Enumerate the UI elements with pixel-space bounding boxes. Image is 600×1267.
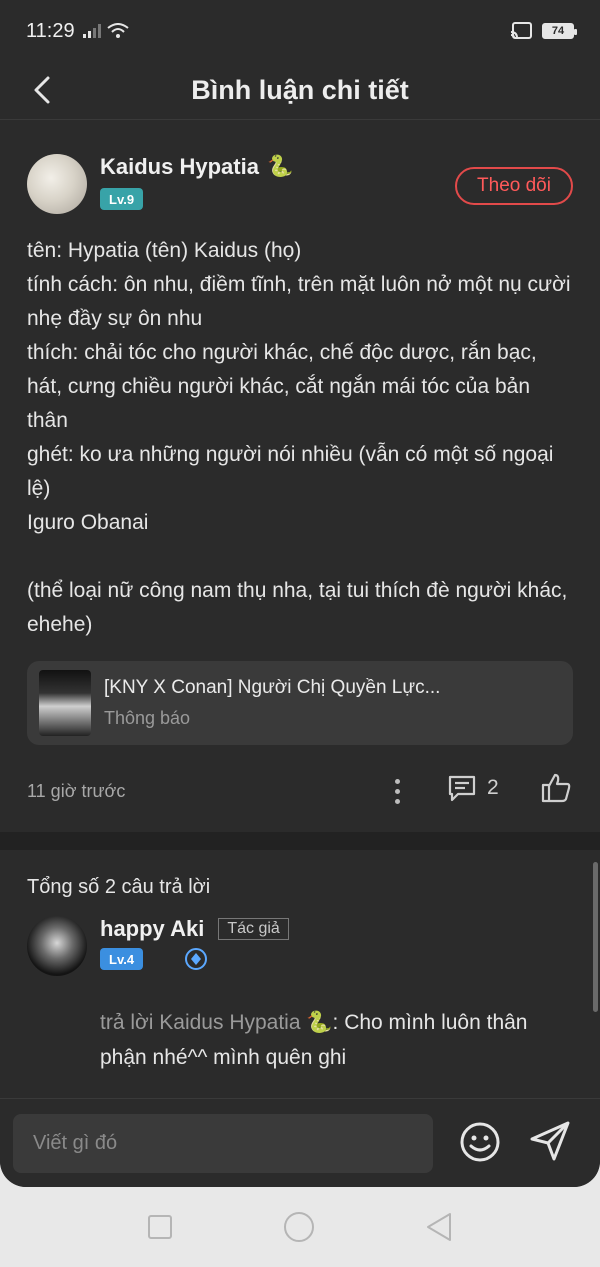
comment-button[interactable]: 2: [447, 773, 499, 803]
send-icon: [530, 1121, 570, 1161]
level-badge: Lv.9: [100, 188, 144, 210]
home-icon[interactable]: [283, 1211, 315, 1243]
emoji-button[interactable]: [458, 1120, 502, 1169]
battery-indicator: 74: [542, 23, 577, 39]
send-button[interactable]: [528, 1119, 572, 1168]
replies-count: Tổng số 2 câu trả lời: [27, 876, 211, 898]
author-tag: Tác giả: [218, 918, 289, 940]
comment-input[interactable]: [13, 1114, 433, 1173]
level-badge: Lv.4: [100, 948, 144, 970]
verified-icon: [185, 948, 207, 970]
avatar[interactable]: [27, 916, 87, 976]
signal-icon: [82, 24, 101, 38]
top-bar: Bình luận chi tiết: [0, 62, 600, 120]
more-icon[interactable]: [385, 773, 409, 809]
status-bar: 11:29 74: [0, 0, 600, 62]
reply-to-label[interactable]: trả lời Kaidus Hypatia: [100, 1011, 301, 1034]
comment-post: Kaidus Hypatia 🐍 Lv.9 Theo dõi tên: Hypa…: [0, 121, 600, 837]
reply-body: trả lời Kaidus Hypatia 🐍: Cho mình luôn …: [27, 1005, 573, 1075]
author-name[interactable]: Kaidus Hypatia: [100, 154, 259, 180]
back-nav-icon[interactable]: [425, 1212, 453, 1242]
status-time: 11:29: [26, 19, 75, 42]
snake-icon: 🐍: [266, 155, 294, 178]
story-subtitle: Thông báo: [104, 708, 191, 728]
comment-body: tên: Hypatia (tên) Kaidus (họ) tính cách…: [27, 239, 571, 636]
back-button[interactable]: [22, 70, 62, 110]
cast-icon: [510, 22, 532, 39]
comment-icon: [448, 775, 476, 802]
page-title: Bình luận chi tiết: [191, 75, 409, 105]
reply-author-row: happy Aki Tác giả Lv.4: [27, 916, 573, 1011]
follow-button[interactable]: Theo dõi: [455, 167, 573, 205]
like-button[interactable]: [539, 771, 573, 810]
post-author-row: Kaidus Hypatia 🐍 Lv.9 Theo dõi: [27, 121, 573, 231]
post-meta-row: 11 giờ trước 2: [27, 745, 573, 837]
section-divider: [0, 832, 600, 850]
wifi-icon: [106, 23, 129, 38]
comment-count: 2: [487, 776, 499, 799]
emoji-icon: [460, 1122, 500, 1162]
avatar[interactable]: [27, 154, 87, 214]
like-icon: [541, 773, 571, 803]
app-screen: 11:29 74 Bình luận chi tiết Kaidus Hypat…: [0, 0, 600, 1187]
story-title: [KNY X Conan] Người Chị Quyền Lực...: [104, 677, 441, 698]
story-thumbnail: [39, 670, 91, 736]
comment-composer: [0, 1098, 600, 1187]
scrollbar[interactable]: [593, 862, 598, 1012]
timestamp: 11 giờ trước: [27, 781, 126, 801]
reply-author-name[interactable]: happy Aki: [100, 916, 204, 942]
recents-icon[interactable]: [147, 1214, 173, 1240]
snake-icon: 🐍: [306, 1011, 333, 1034]
system-nav-bar: [0, 1187, 600, 1267]
replies-section: Tổng số 2 câu trả lời happy Aki Tác giả …: [0, 850, 600, 1075]
story-card[interactable]: [KNY X Conan] Người Chị Quyền Lực... Thô…: [27, 661, 573, 745]
back-icon: [34, 76, 50, 104]
